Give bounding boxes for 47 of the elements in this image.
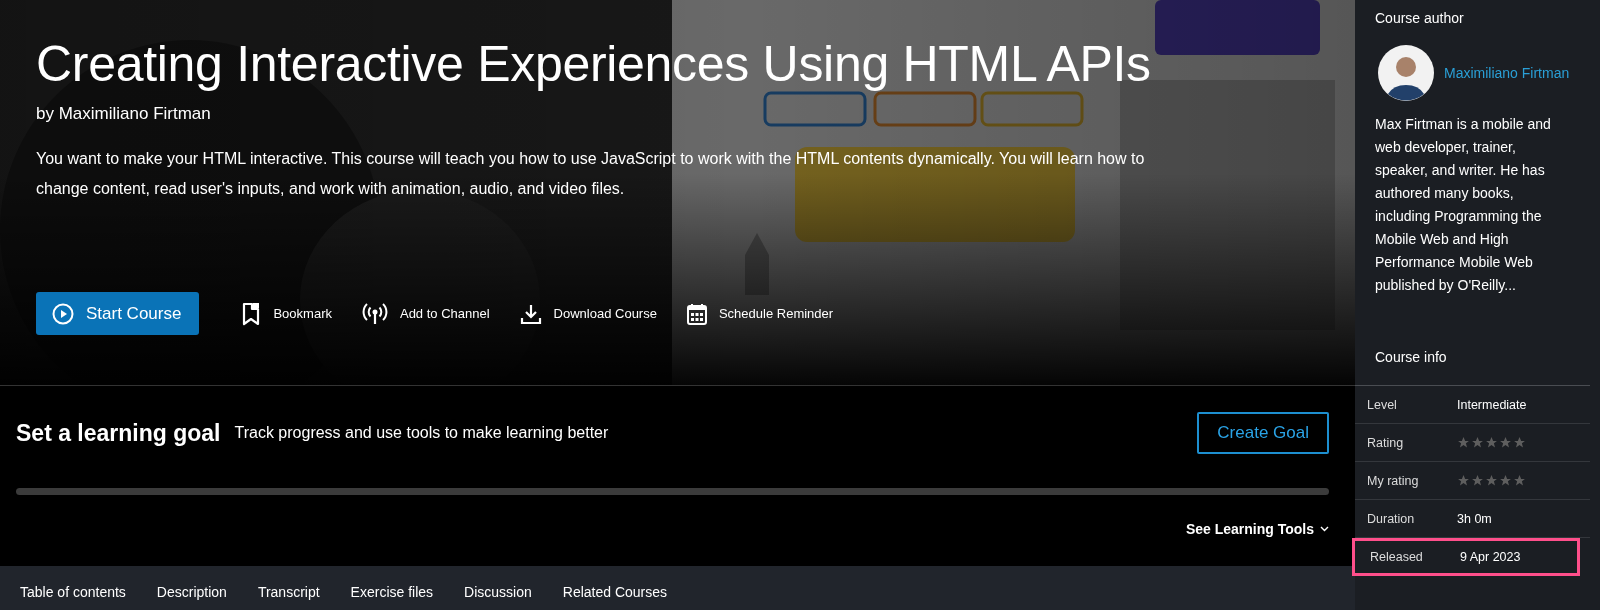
star-icon	[1513, 436, 1526, 449]
star-icon	[1485, 474, 1498, 487]
author-byline: by Maximiliano Firtman	[36, 104, 212, 124]
info-label: Level	[1367, 397, 1398, 412]
info-heading: Course info	[1374, 349, 1448, 365]
calendar-icon	[686, 302, 707, 325]
star-icon	[1471, 474, 1484, 487]
course-title: Creating Interactive Experiences Using HTML APIs	[36, 35, 1152, 94]
course-description: You want to make your HTML interactive. This course will teach you how to use JavaScript to work with the HTML contents dynamically. You will learn how to change content, read user's inputs, and work with animation, audio, and video files.	[36, 149, 1146, 199]
download-icon	[519, 302, 542, 325]
star-icon	[1513, 474, 1526, 487]
info-label: Rating	[1367, 435, 1405, 450]
tab[interactable]: Transcript	[257, 566, 320, 610]
info-label: My rating	[1367, 473, 1420, 488]
download-button[interactable]: Download Course	[519, 302, 657, 325]
star-icon	[1485, 436, 1498, 449]
info-value: 9 Apr 2023	[1460, 550, 1521, 564]
tab[interactable]: Description	[156, 566, 227, 610]
info-label: Duration	[1367, 511, 1416, 526]
tab[interactable]: Table of contents	[20, 566, 126, 610]
broadcast-icon	[361, 301, 388, 326]
learning-tools-link[interactable]: See Learning Tools	[1185, 521, 1329, 537]
author-heading: Course author	[1374, 10, 1465, 26]
schedule-reminder-button[interactable]: Schedule Reminder	[686, 302, 834, 325]
star-icon	[1499, 474, 1512, 487]
chevron-down-icon	[1320, 526, 1329, 532]
avatar	[1378, 45, 1434, 101]
goal-subtitle: Track progress and use tools to make learning better	[234, 424, 609, 442]
play-icon	[52, 302, 74, 325]
star-icon	[1457, 436, 1470, 449]
star-icon	[1471, 436, 1484, 449]
start-course-button[interactable]: Start Course	[36, 292, 200, 335]
bookmark-icon	[241, 301, 262, 326]
info-value: Intermediate	[1457, 397, 1527, 412]
author-name-link[interactable]: Maximiliano Firtman	[1444, 65, 1570, 81]
goal-heading: Set a learning goal	[16, 419, 221, 447]
info-label: Released	[1370, 550, 1424, 564]
tab[interactable]: Exercise files	[350, 566, 434, 610]
star-icon	[1457, 474, 1470, 487]
author-bio: Max Firtman is a mobile and web developer, trainer, speaker, and writer. He has authored many books, including Programming the Mobile Web and High Performance Mobile Web published by O'Reilly...	[1374, 115, 1552, 295]
bookmark-button[interactable]: Bookmark	[241, 301, 332, 326]
add-to-channel-button[interactable]: Add to Channel	[361, 301, 490, 326]
star-icon	[1499, 436, 1512, 449]
create-goal-button[interactable]: Create Goal	[1197, 412, 1329, 454]
tab[interactable]: Related Courses	[562, 566, 668, 610]
info-value: 3h 0m	[1457, 511, 1492, 526]
tab[interactable]: Discussion	[464, 566, 532, 610]
